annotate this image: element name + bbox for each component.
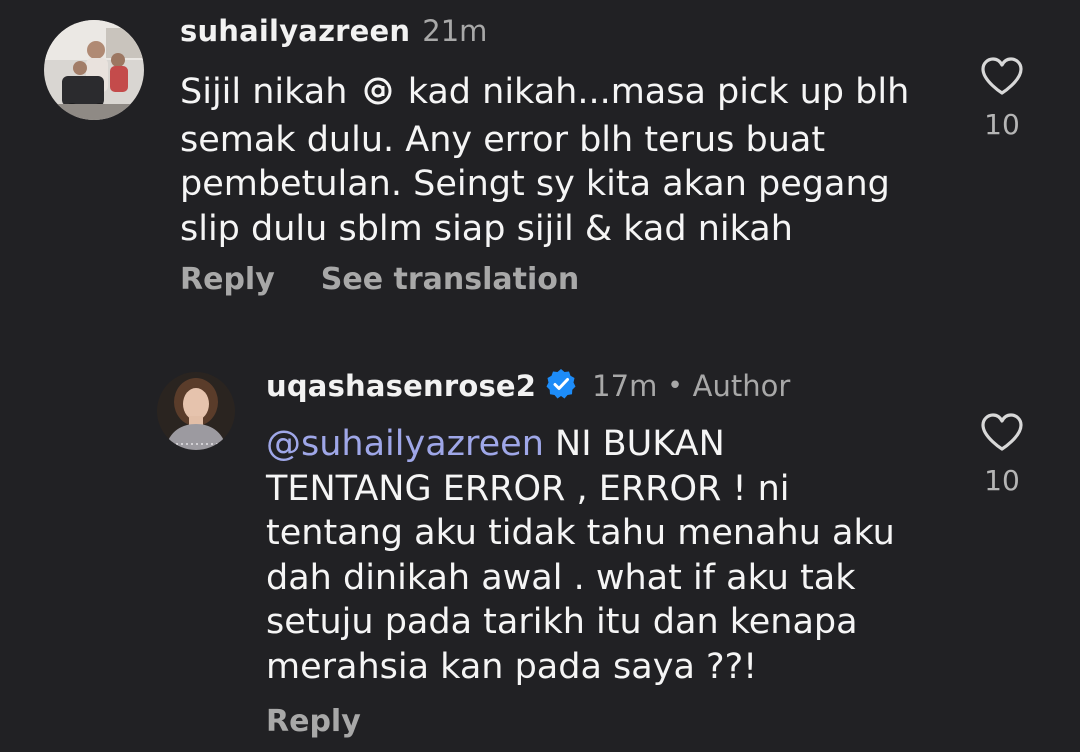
comment-actions: Reply See translation xyxy=(180,262,579,297)
comment-line: tentang aku tidak tahu menahu aku xyxy=(266,513,895,553)
comment-text: Sijil nikah kad nikah...masa pick up blh… xyxy=(180,70,909,251)
comment-actions: Reply xyxy=(266,704,361,739)
comment-line: Sijil nikah kad nikah...masa pick up blh xyxy=(180,70,909,118)
comment-line-text: Sijil nikah xyxy=(180,72,359,112)
comment-text: @suhailyazreen NI BUKAN TENTANG ERROR , … xyxy=(266,422,895,689)
avatar-suhailyazreen[interactable] xyxy=(44,20,144,120)
threads-logo-icon xyxy=(363,73,393,118)
comment-line: semak dulu. Any error blh terus buat xyxy=(180,119,826,160)
heart-outline-icon[interactable] xyxy=(980,56,1024,100)
separator-dot: • xyxy=(667,371,683,401)
username[interactable]: uqashasenrose2 xyxy=(266,369,536,403)
username[interactable]: suhailyazreen xyxy=(180,14,410,48)
avatar-uqashasenrose2[interactable] xyxy=(157,372,235,450)
like-control: 10 xyxy=(972,56,1032,141)
reply-button[interactable]: Reply xyxy=(180,262,275,297)
comment-line-text: NI BUKAN xyxy=(543,424,725,464)
like-control: 10 xyxy=(972,412,1032,497)
like-count: 10 xyxy=(984,108,1020,141)
author-label: Author xyxy=(692,369,791,403)
verified-badge-icon xyxy=(544,367,578,405)
comment-line: @suhailyazreen NI BUKAN xyxy=(266,422,895,467)
comment-line: setuju pada tarikh itu dan kenapa xyxy=(266,602,858,642)
comment-line: slip dulu sblm siap sijil & kad nikah xyxy=(180,208,793,249)
comment-header: suhailyazreen 21m xyxy=(180,14,487,48)
reply-button[interactable]: Reply xyxy=(266,704,361,739)
see-translation-button[interactable]: See translation xyxy=(321,262,579,297)
comment-line: TENTANG ERROR , ERROR ! ni xyxy=(266,468,790,509)
timestamp: 21m xyxy=(422,14,488,48)
comment-line: dah dinikah awal . what if aku tak xyxy=(266,557,856,598)
heart-outline-icon[interactable] xyxy=(980,412,1024,456)
mention-link[interactable]: @suhailyazreen xyxy=(266,424,544,464)
comment-header: uqashasenrose2 17m • Author xyxy=(266,367,790,405)
comment-line: merahsia kan pada saya ??! xyxy=(266,646,758,687)
timestamp: 17m xyxy=(592,369,658,403)
like-count: 10 xyxy=(984,464,1020,497)
comment-line: pembetulan. Seingt sy kita akan pegang xyxy=(180,164,890,204)
comment-line-text: kad nikah...masa pick up blh xyxy=(396,72,910,112)
